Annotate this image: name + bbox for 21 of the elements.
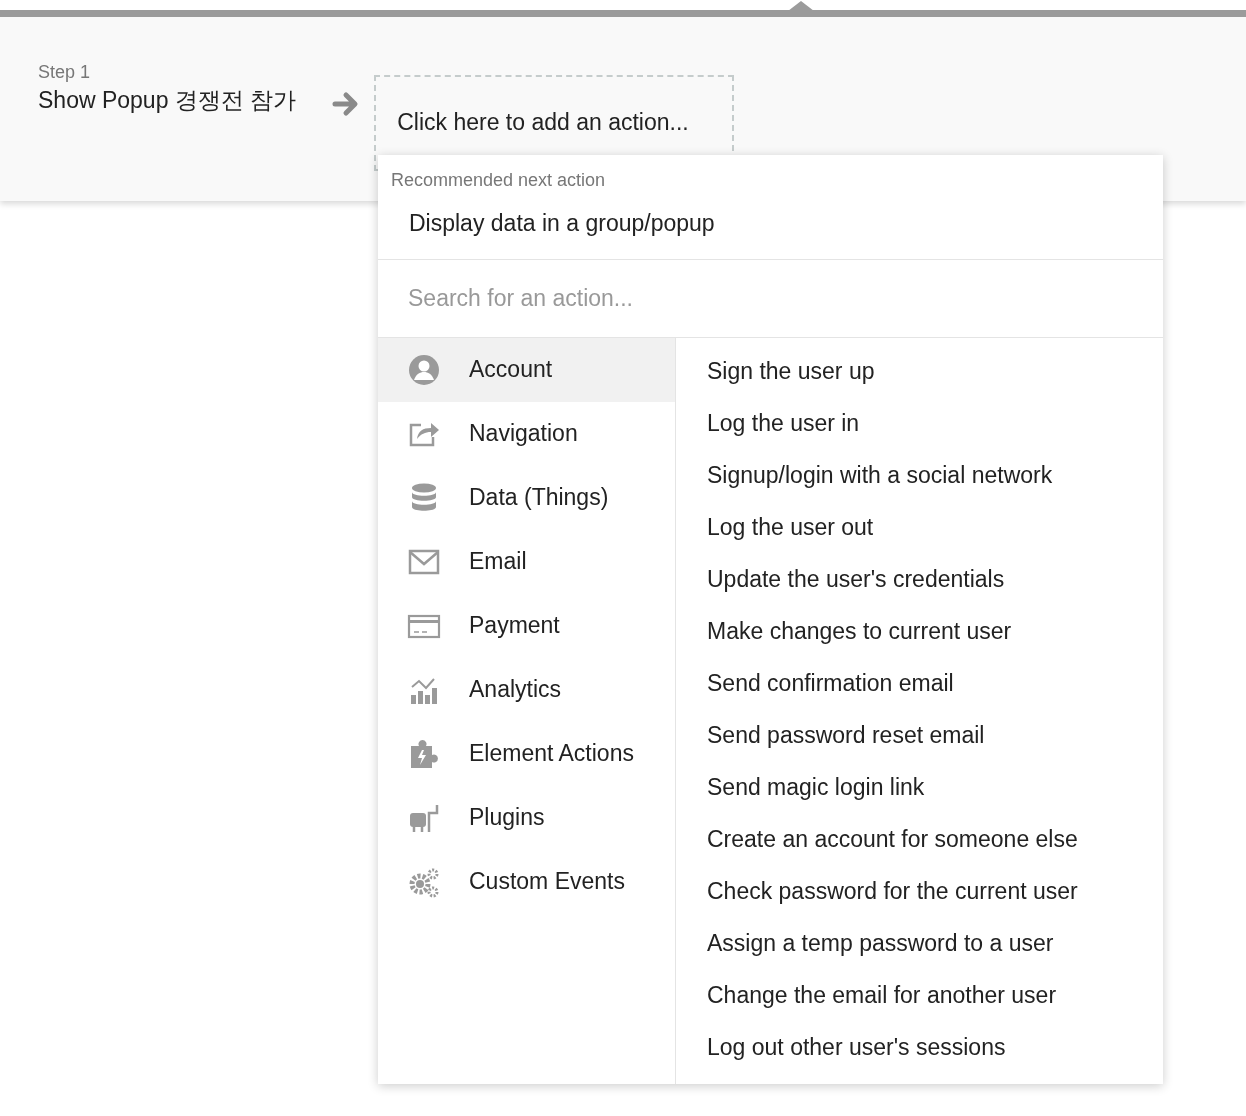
action-item[interactable]: Create an account for someone else	[676, 813, 1163, 866]
user-icon	[407, 352, 441, 387]
search-field[interactable]: Search for an action...	[378, 259, 1163, 338]
action-item[interactable]: Log the user in	[676, 397, 1163, 450]
action-item[interactable]: Log the user out	[676, 501, 1163, 554]
action-item[interactable]: Log out other user's sessions	[676, 1021, 1163, 1074]
recommended-action[interactable]: Display data in a group/popup	[378, 206, 1163, 241]
action-item[interactable]: Update the user's credentials	[676, 553, 1163, 606]
action-item[interactable]: Send password reset email	[676, 709, 1163, 762]
step-title: Show Popup 경쟁전 참가	[38, 86, 297, 114]
action-item[interactable]: Assign a temp password to a user	[676, 917, 1163, 970]
action-item[interactable]: Send magic login link	[676, 761, 1163, 814]
action-item[interactable]: Signup/login with a social network	[676, 449, 1163, 502]
action-item[interactable]: Send confirmation email	[676, 657, 1163, 710]
action-item[interactable]: Sign the user up	[676, 345, 1163, 398]
category-item[interactable]: Account	[378, 337, 675, 402]
recommended-heading: Recommended next action	[390, 169, 607, 192]
step-label: Step 1	[38, 61, 92, 84]
action-item[interactable]: Make changes to current user	[676, 605, 1163, 658]
action-item[interactable]: Check password for the current user	[676, 865, 1163, 918]
action-item[interactable]: Change the email for another user	[676, 969, 1163, 1022]
